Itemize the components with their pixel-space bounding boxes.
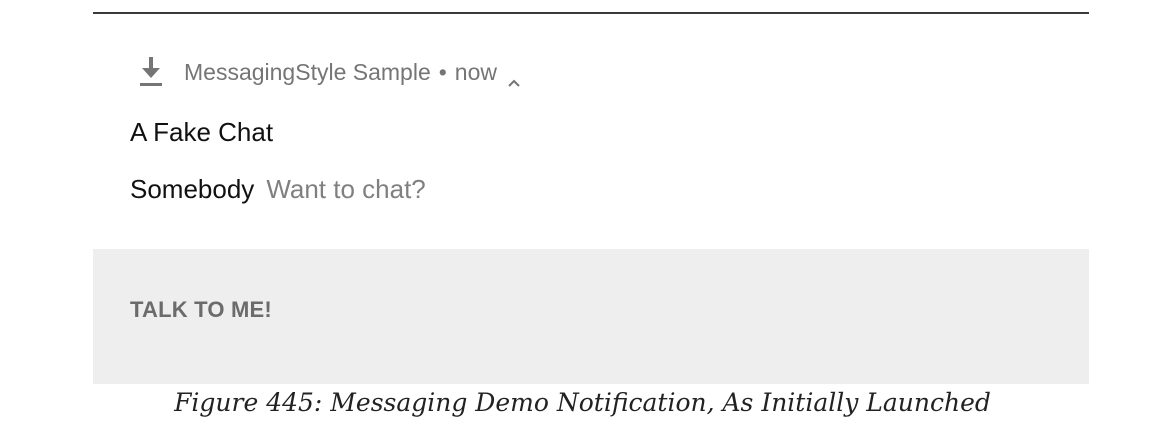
message-sender: Somebody [130, 174, 255, 204]
action-bar: TALK TO ME! [93, 249, 1089, 384]
notification-header: MessagingStyle Sample • now [138, 52, 521, 92]
notification-title: A Fake Chat [130, 117, 274, 147]
message-text: Want to chat? [266, 174, 426, 204]
header-separator: • [438, 58, 447, 85]
figure-caption: Figure 445: Messaging Demo Notification,… [174, 388, 991, 417]
app-name: MessagingStyle Sample [184, 58, 431, 85]
download-icon [138, 55, 164, 89]
talk-to-me-button[interactable]: TALK TO ME! [130, 297, 272, 323]
message-line: Somebody Want to chat? [130, 174, 426, 205]
chevron-up-icon[interactable] [507, 67, 521, 87]
notification-time: now [454, 58, 497, 85]
notification-card[interactable]: MessagingStyle Sample • now A Fake Chat … [93, 14, 1089, 384]
